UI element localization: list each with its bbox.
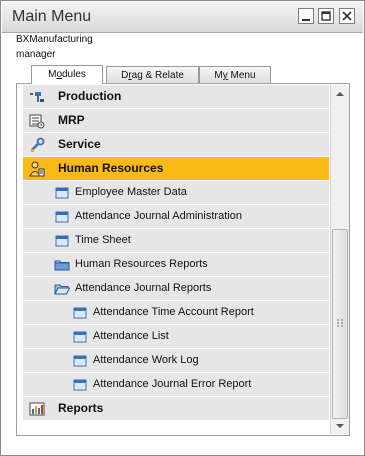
menu-item-label: Attendance Work Log bbox=[93, 354, 199, 366]
menu-item-attendance-journal-error-report[interactable]: Attendance Journal Error Report bbox=[23, 373, 329, 397]
menu-item-label: Attendance Journal Error Report bbox=[93, 378, 252, 390]
menu-item-attendance-list[interactable]: Attendance List bbox=[23, 325, 329, 349]
menu-item-service[interactable]: Service bbox=[23, 133, 329, 157]
folder-closed-icon bbox=[54, 260, 70, 271]
human-resources-icon bbox=[29, 161, 45, 177]
close-icon bbox=[342, 11, 352, 21]
form-icon bbox=[73, 379, 87, 391]
company-name: BXManufacturing bbox=[16, 34, 93, 45]
tab-label: Menu bbox=[227, 70, 256, 81]
menu-item-label: Service bbox=[58, 137, 101, 151]
reports-chart-icon bbox=[29, 402, 45, 416]
minimize-icon bbox=[302, 19, 310, 21]
maximize-button[interactable] bbox=[318, 8, 334, 24]
menu-item-human-resources[interactable]: Human Resources bbox=[23, 157, 329, 181]
service-wrench-icon bbox=[31, 137, 45, 152]
form-icon bbox=[73, 355, 87, 367]
module-tree: Production MRP Service Human Resources E… bbox=[23, 85, 329, 434]
vertical-scrollbar[interactable] bbox=[330, 85, 349, 434]
menu-item-attendance-time-account-report[interactable]: Attendance Time Account Report bbox=[23, 301, 329, 325]
user-name: manager bbox=[16, 49, 56, 60]
scroll-up-arrow-icon[interactable] bbox=[335, 89, 345, 99]
menu-item-label: Human Resources bbox=[58, 161, 164, 175]
minimize-button[interactable] bbox=[298, 8, 314, 24]
production-icon bbox=[30, 92, 44, 102]
form-icon bbox=[73, 331, 87, 343]
menu-item-production[interactable]: Production bbox=[23, 85, 329, 109]
modules-panel: Production MRP Service Human Resources E… bbox=[16, 83, 350, 436]
menu-item-label: Attendance List bbox=[93, 330, 169, 342]
form-icon bbox=[55, 211, 69, 223]
maximize-icon bbox=[321, 11, 331, 21]
menu-item-label: Attendance Time Account Report bbox=[93, 306, 254, 318]
menu-item-attendance-journal-administration[interactable]: Attendance Journal Administration bbox=[23, 205, 329, 229]
tab-modules[interactable]: Modules bbox=[31, 65, 103, 84]
form-icon bbox=[55, 187, 69, 199]
menu-item-label: Attendance Journal Reports bbox=[75, 282, 212, 294]
menu-item-label: Human Resources Reports bbox=[75, 258, 208, 270]
menu-item-label: Time Sheet bbox=[75, 234, 131, 246]
menu-item-label: Attendance Journal Administration bbox=[75, 210, 242, 222]
tab-drag-relate[interactable]: Drag & Relate bbox=[106, 66, 199, 83]
tab-label: M bbox=[214, 70, 223, 81]
form-icon bbox=[73, 307, 87, 319]
menu-item-label: Production bbox=[58, 89, 122, 103]
menu-item-label: Employee Master Data bbox=[75, 186, 187, 198]
scrollbar-thumb[interactable] bbox=[332, 229, 348, 419]
menu-item-label: Reports bbox=[58, 401, 104, 415]
menu-item-attendance-work-log[interactable]: Attendance Work Log bbox=[23, 349, 329, 373]
menu-item-label: MRP bbox=[58, 113, 85, 127]
tab-label: ag & Relate bbox=[131, 70, 184, 81]
tab-label: dules bbox=[62, 69, 86, 80]
menu-item-attendance-journal-reports[interactable]: Attendance Journal Reports bbox=[23, 277, 329, 301]
menu-item-mrp[interactable]: MRP bbox=[23, 109, 329, 133]
window-title: Main Menu bbox=[12, 8, 92, 25]
tab-my-menu[interactable]: My Menu bbox=[199, 66, 271, 83]
title-bar[interactable]: Main Menu bbox=[2, 2, 363, 33]
menu-item-human-resources-reports[interactable]: Human Resources Reports bbox=[23, 253, 329, 277]
close-button[interactable] bbox=[339, 8, 355, 24]
menu-item-time-sheet[interactable]: Time Sheet bbox=[23, 229, 329, 253]
grip-icon bbox=[337, 319, 343, 327]
main-menu-window: Main Menu BXManufacturing manager Module… bbox=[0, 0, 365, 456]
form-icon bbox=[55, 235, 69, 247]
mrp-calendar-icon bbox=[29, 114, 45, 129]
scroll-down-arrow-icon[interactable] bbox=[335, 421, 345, 431]
menu-item-reports[interactable]: Reports bbox=[23, 397, 329, 421]
menu-item-employee-master-data[interactable]: Employee Master Data bbox=[23, 181, 329, 205]
folder-open-icon bbox=[54, 284, 70, 295]
